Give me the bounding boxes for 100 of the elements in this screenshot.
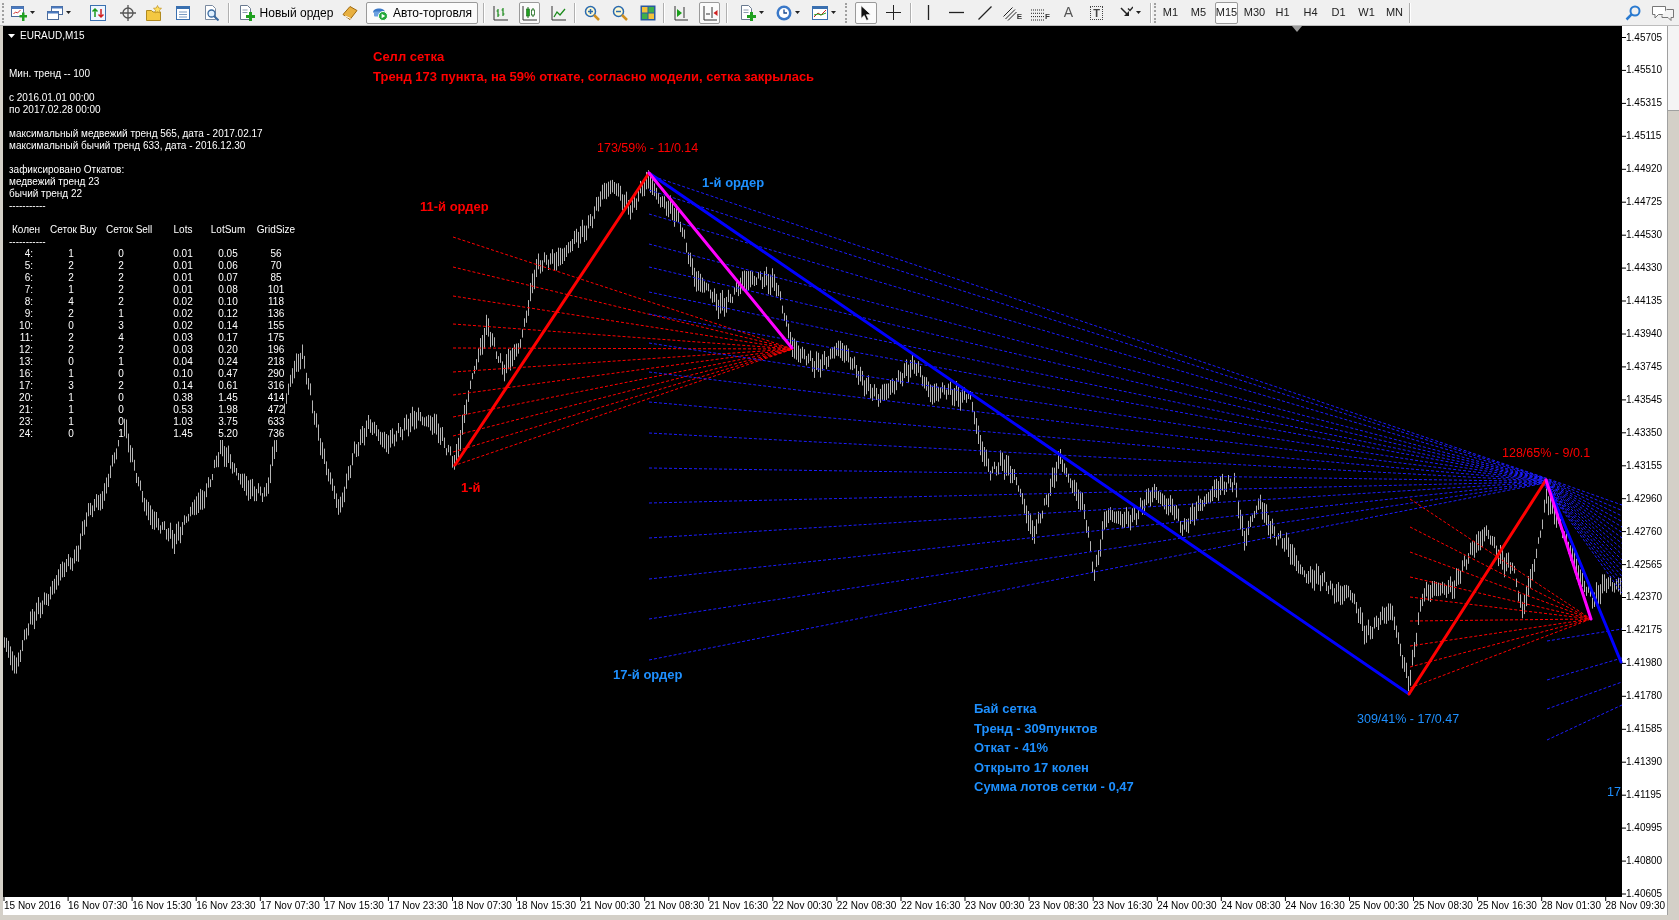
toolbar-button[interactable]: A [1058,1,1079,24]
cursor-icon[interactable] [860,4,872,21]
table-cell: 0 [118,404,124,416]
triangle-down-icon[interactable] [8,34,15,38]
toolbar-button[interactable]: T [1086,1,1107,24]
time-label: 21 Nov 00:30 [580,900,641,912]
caret-icon[interactable] [794,11,800,14]
horizontal-line-icon[interactable] [949,11,964,14]
price-label: 1.41980 [1626,657,1663,670]
table-cell: 0.06 [218,260,238,272]
table-cell: 17: [19,380,33,392]
chart-window-icon[interactable] [812,4,828,21]
parallel-lines-icon[interactable] [1002,6,1017,21]
caret-icon[interactable] [66,11,71,14]
table-cell: 0.17 [218,332,238,344]
table-cell: 1 [68,284,74,296]
info-text: с 2016.01.01 00:00 [9,92,95,104]
table-cell: 0 [118,416,124,428]
table-header: LotSum [210,224,246,236]
scrollbar-thumb[interactable] [1668,26,1679,111]
price-label: 1.43745 [1626,360,1663,373]
new-order-button[interactable]: Новый ордер [235,1,337,24]
price-label: 1.40800 [1626,854,1663,867]
dotted-lines-icon[interactable] [1031,8,1046,21]
table-cell: 0.02 [173,320,193,332]
info-text: Мин. тренд -- 100 [9,68,90,80]
timeframe-button[interactable]: M5 [1187,1,1210,24]
table-cell: 5.20 [218,428,238,440]
table-cell: 1.03 [173,416,193,428]
table-cell: 0.02 [173,308,193,320]
table-cell: 21: [19,404,33,416]
order-label: 17-й ордер [613,667,683,683]
order-label: 1-й ордер [702,175,765,191]
clock-icon[interactable] [775,4,792,21]
table-header: Сеток Sell [106,224,153,236]
table-cell: 2 [118,272,124,284]
price-label: 1.43155 [1626,459,1663,472]
time-label: 17 Nov 15:30 [324,900,384,912]
price-label: 1.43545 [1626,393,1663,406]
timeframe-button[interactable]: H1 [1271,1,1294,24]
table-cell: 0.10 [173,368,193,380]
table-cell: 16: [19,368,33,380]
scrollbar[interactable] [1667,26,1679,915]
document-plus-icon[interactable] [739,4,756,21]
timeframe-button[interactable]: D1 [1327,1,1350,24]
table-cell: 0.04 [173,356,193,368]
document-plus-icon[interactable] [238,4,255,21]
table-cell: 2 [68,344,74,356]
toolbar-button[interactable]: F [1030,1,1051,24]
stacked-windows-icon[interactable] [47,4,63,21]
table-cell: 1 [118,356,124,368]
table-cell: 472 [267,404,285,416]
time-label: 16 Nov 15:30 [132,900,192,912]
price-label: 1.43350 [1626,426,1663,439]
auto-trading-button[interactable]: Авто-торговля [366,1,478,24]
timeframe-button[interactable]: W1 [1355,1,1378,24]
table-cell: 0.20 [218,344,238,356]
table-cell: 3.75 [218,416,238,428]
info-text: бычий тренд 22 [9,188,83,200]
table-cell: 1 [118,428,124,440]
toolbar-button[interactable]: E [1002,1,1023,24]
table-cell: 0.38 [173,392,193,404]
table-cell: 1 [68,248,74,260]
time-label: 15 Nov 2016 [4,900,61,912]
info-text: медвежий тренд 23 [9,176,100,188]
caret-icon[interactable] [30,11,35,14]
time-label: 25 Nov 16:30 [1477,900,1537,912]
table-cell: 3 [118,320,124,332]
caret-icon[interactable] [831,11,836,14]
table-cell: 0.14 [173,380,193,392]
triangle-marker-icon[interactable] [1292,26,1302,32]
table-cell: 0 [118,392,124,404]
toolbar-button[interactable] [855,1,877,24]
time-label: 25 Nov 00:30 [1349,900,1409,912]
time-label: 23 Nov 00:30 [964,900,1025,912]
time-label: 25 Nov 08:30 [1413,900,1473,912]
timeframe-button[interactable]: M1 [1159,1,1182,24]
table-cell: 0.02 [173,296,193,308]
window-plus-icon[interactable] [11,4,27,21]
timeframe-button[interactable]: H4 [1299,1,1322,24]
table-cell: 0.10 [218,296,238,308]
price-label: 1.41195 [1626,789,1663,802]
timeframe-button[interactable]: MN [1383,1,1406,24]
table-cell: 4 [118,332,124,344]
table-cell: 0.07 [218,272,238,284]
price-label: 1.45115 [1626,130,1663,143]
price-label: 1.42960 [1626,492,1663,505]
vertical-line-icon[interactable] [927,5,930,20]
time-label: 22 Nov 16:30 [900,900,961,912]
timeframe-button[interactable]: M30 [1243,1,1266,24]
caret-icon[interactable] [1135,11,1141,14]
price-label: 1.44135 [1626,295,1663,307]
price-label: 1.45510 [1626,64,1663,77]
info-text: зафиксировано Откатов: [9,164,125,176]
timeframe-button[interactable]: M15 [1215,1,1238,24]
price-label: 1.44725 [1626,196,1663,209]
table-cell: 1.45 [218,392,238,404]
caret-icon[interactable] [758,11,764,14]
price-label: 1.42175 [1626,624,1663,637]
table-cell: 2 [118,260,124,272]
